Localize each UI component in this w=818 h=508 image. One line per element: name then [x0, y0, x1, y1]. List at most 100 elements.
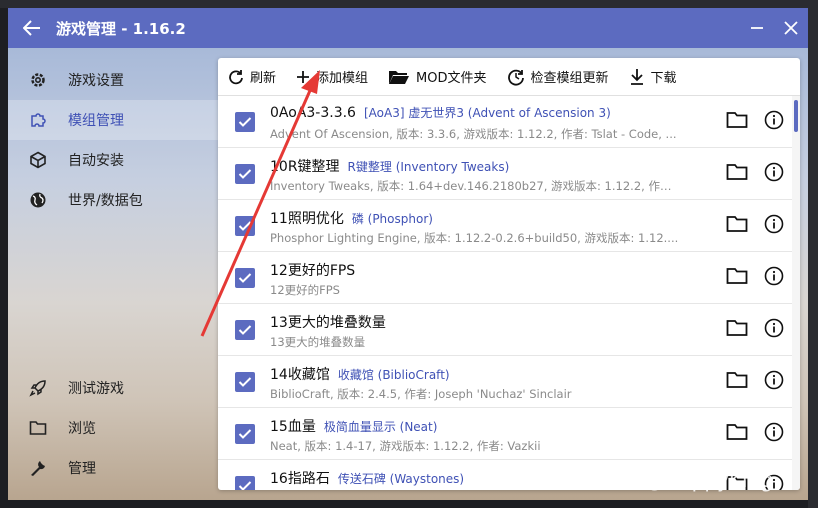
- list-item[interactable]: 15血量 极简血量显示 (Neat) Neat, 版本: 1.4-17, 游戏版本…: [218, 408, 792, 460]
- sidebar-item-manage[interactable]: 管理: [8, 448, 218, 488]
- scrollbar[interactable]: [792, 96, 800, 490]
- folder-icon: [726, 320, 748, 336]
- sidebar-item-label: 测试游戏: [68, 381, 124, 397]
- refresh-button[interactable]: 刷新: [228, 67, 276, 86]
- enable-checkbox[interactable]: [235, 112, 255, 132]
- list-item[interactable]: 11照明优化磷 (Phosphor) Phosphor Lighting Eng…: [218, 200, 792, 252]
- mod-tag[interactable]: R键整理 (Inventory Tweaks): [348, 160, 510, 174]
- cube-icon: [8, 151, 68, 169]
- globe-icon: [8, 191, 68, 209]
- mod-tag[interactable]: 收藏馆 (BiblioCraft): [338, 368, 450, 382]
- mod-description: Advent Of Ascension, 版本: 3.3.6, 游戏版本: 1.…: [270, 127, 677, 141]
- open-folder-button[interactable]: [726, 267, 748, 289]
- back-button[interactable]: [8, 8, 56, 48]
- download-icon: [629, 68, 645, 86]
- list-item[interactable]: 10R键整理 R键整理 (Inventory Tweaks) Inventory …: [218, 148, 792, 200]
- check-icon: [238, 273, 252, 283]
- sidebar-item-test-game[interactable]: 测试游戏: [8, 368, 218, 408]
- desktop-background-right: [808, 0, 818, 508]
- mod-name: 15血量: [270, 419, 316, 435]
- info-button[interactable]: [764, 318, 784, 342]
- mod-tag[interactable]: [AoA3] 虚无世界3 (Advent of Ascension 3): [364, 106, 611, 120]
- list-item[interactable]: 12更好的FPS 12更好的FPS: [218, 252, 792, 304]
- info-button[interactable]: [764, 266, 784, 290]
- info-button[interactable]: [764, 110, 784, 134]
- folder-icon: [8, 420, 68, 436]
- sidebar-item-label: 管理: [68, 461, 96, 477]
- mod-description: Phosphor Lighting Engine, 版本: 1.12.2-0.2…: [270, 231, 679, 245]
- scrollbar-thumb[interactable]: [794, 100, 798, 132]
- list-item[interactable]: 0AoA3-3.3.6 [AoA3] 虚无世界3 (Advent of Ascen…: [218, 96, 792, 148]
- list-item[interactable]: 13更大的堆叠数量 13更大的堆叠数量: [218, 304, 792, 356]
- enable-checkbox[interactable]: [235, 216, 255, 236]
- check-icon: [238, 117, 252, 127]
- mod-description: BiblioCraft, 版本: 2.4.5, 作者: Joseph 'Nuch…: [270, 387, 572, 401]
- mod-list-panel: 刷新 添加模组 MOD文件夹 检查模组更新 下载 0AoA3-3.3.6 [Ao…: [218, 58, 800, 490]
- check-icon: [238, 221, 252, 231]
- close-icon: [784, 21, 798, 35]
- mod-tag[interactable]: 传送石碑 (Waystones): [338, 472, 464, 486]
- mod-description: Neat, 版本: 1.4-17, 游戏版本: 1.12.2, 作者: Vazk…: [270, 439, 541, 453]
- info-button[interactable]: [764, 370, 784, 394]
- download-label: 下载: [650, 71, 677, 86]
- enable-checkbox[interactable]: [235, 268, 255, 288]
- open-folder-button[interactable]: [726, 319, 748, 341]
- minimize-button[interactable]: [740, 8, 774, 48]
- enable-checkbox[interactable]: [235, 372, 255, 392]
- download-button[interactable]: 下载: [629, 67, 677, 86]
- sidebar-item-world-datapacks[interactable]: 世界/数据包: [8, 180, 218, 220]
- sidebar-item-game-settings[interactable]: 游戏设置: [8, 60, 218, 100]
- sidebar-item-mod-management[interactable]: 模组管理: [8, 100, 218, 140]
- info-button[interactable]: [764, 214, 784, 238]
- info-button[interactable]: [764, 162, 784, 186]
- sidebar-item-auto-install[interactable]: 自动安装: [8, 140, 218, 180]
- open-folder-button[interactable]: [726, 215, 748, 237]
- open-folder-button[interactable]: [726, 111, 748, 133]
- refresh-icon: [228, 69, 244, 85]
- check-updates-label: 检查模组更新: [530, 71, 609, 86]
- info-button[interactable]: [764, 422, 784, 446]
- info-icon: [764, 110, 784, 130]
- enable-checkbox[interactable]: [235, 424, 255, 444]
- wrench-icon: [8, 459, 68, 477]
- mod-name: 14收藏馆: [270, 367, 330, 383]
- add-mod-label: 添加模组: [316, 71, 369, 86]
- check-icon: [238, 429, 252, 439]
- check-updates-button[interactable]: 检查模组更新: [507, 67, 609, 86]
- open-folder-button[interactable]: [726, 371, 748, 393]
- info-icon: [764, 266, 784, 286]
- game-manager-window: 游戏管理 - 1.16.2 游戏设置 模组管理 自动安装 世界/数据包 测试游戏…: [8, 8, 808, 500]
- mod-folder-label: MOD文件夹: [416, 71, 487, 86]
- enable-checkbox[interactable]: [235, 320, 255, 340]
- info-icon: [764, 214, 784, 234]
- info-icon: [764, 422, 784, 442]
- info-icon: [764, 162, 784, 182]
- sidebar-item-label: 浏览: [68, 421, 96, 437]
- enable-checkbox[interactable]: [235, 476, 255, 490]
- info-icon: [764, 370, 784, 390]
- list-item[interactable]: 14收藏馆 收藏馆 (BiblioCraft) BiblioCraft, 版本: …: [218, 356, 792, 408]
- sidebar: 游戏设置 模组管理 自动安装 世界/数据包 测试游戏 浏览 管理: [8, 48, 218, 500]
- folder-icon: [726, 424, 748, 440]
- back-arrow-icon: [23, 20, 40, 36]
- mod-name: 12更好的FPS: [270, 263, 356, 279]
- sidebar-item-browse[interactable]: 浏览: [8, 408, 218, 448]
- sidebar-item-label: 游戏设置: [68, 73, 124, 89]
- mod-folder-button[interactable]: MOD文件夹: [388, 67, 487, 86]
- sidebar-item-label: 自动安装: [68, 153, 124, 169]
- enable-checkbox[interactable]: [235, 164, 255, 184]
- folder-open-icon: [388, 69, 410, 85]
- mod-name: 13更大的堆叠数量: [270, 315, 386, 331]
- folder-icon: [726, 372, 748, 388]
- plus-icon: [296, 70, 310, 84]
- mod-tag[interactable]: 极简血量显示 (Neat): [324, 420, 438, 434]
- mod-name: 0AoA3-3.3.6: [270, 105, 356, 121]
- mod-tag[interactable]: 磷 (Phosphor): [352, 212, 433, 226]
- close-button[interactable]: [774, 8, 808, 48]
- rocket-icon: [8, 379, 68, 397]
- open-folder-button[interactable]: [726, 163, 748, 185]
- add-mod-button[interactable]: 添加模组: [296, 67, 368, 86]
- window-title: 游戏管理 - 1.16.2: [56, 19, 186, 38]
- open-folder-button[interactable]: [726, 423, 748, 445]
- mod-description: 12更好的FPS: [270, 283, 340, 297]
